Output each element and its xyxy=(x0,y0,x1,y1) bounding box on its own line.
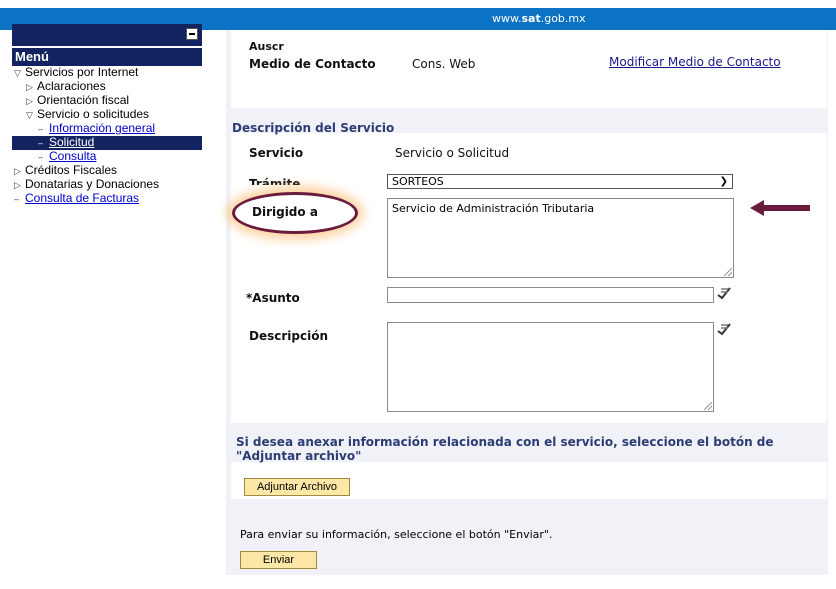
dash-icon: – xyxy=(14,194,20,204)
dirigido-textarea[interactable]: Servicio de Administración Tributaria xyxy=(387,198,734,278)
dash-icon: – xyxy=(38,138,44,148)
arrow-left-icon xyxy=(750,200,810,216)
menu-title: Menú xyxy=(12,48,202,66)
send-instructions: Para enviar su información, seleccione e… xyxy=(240,528,553,541)
resize-grip-icon[interactable] xyxy=(704,402,712,410)
collapsed-triangle-icon: ▷ xyxy=(26,82,33,92)
tramite-select[interactable]: SORTEOS ❯ xyxy=(387,174,733,189)
spellcheck-icon[interactable] xyxy=(716,322,732,336)
truncated-label: Auscr xyxy=(249,42,284,51)
expanded-triangle-icon: ▽ xyxy=(26,110,33,120)
sidebar-item-consulta[interactable]: – Consulta xyxy=(12,150,202,164)
spellcheck-icon[interactable] xyxy=(716,286,732,300)
sidebar-item-orientacion-fiscal[interactable]: ▷ Orientación fiscal xyxy=(12,94,202,108)
collapsed-triangle-icon: ▷ xyxy=(14,166,21,176)
collapsed-triangle-icon: ▷ xyxy=(14,180,21,190)
sidebar-menu: Menú ▽ Servicios por Internet ▷ Aclaracion… xyxy=(12,24,202,206)
modificar-medio-link[interactable]: Modificar Medio de Contacto xyxy=(609,55,781,69)
asunto-input[interactable] xyxy=(387,287,714,303)
dash-icon: – xyxy=(38,124,44,134)
main-panel xyxy=(226,30,828,589)
sidebar-item-solicitud[interactable]: – Solicitud xyxy=(12,136,202,150)
medio-contacto-label: Medio de Contacto xyxy=(249,57,376,71)
collapse-icon[interactable] xyxy=(186,28,198,40)
site-url: www.sat.gob.mx xyxy=(492,12,586,25)
dirigido-label: Dirigido a xyxy=(252,205,318,219)
section-title-descripcion-servicio: Descripción del Servicio xyxy=(232,121,395,135)
asunto-label: *Asunto xyxy=(246,291,300,305)
sidebar-item-servicios-internet[interactable]: ▽ Servicios por Internet xyxy=(12,66,202,80)
sidebar-header xyxy=(12,24,202,46)
expanded-triangle-icon: ▽ xyxy=(14,68,21,78)
sidebar-item-servicio-solicitudes[interactable]: ▽ Servicio o solicitudes xyxy=(12,108,202,122)
chevron-down-icon: ❯ xyxy=(719,176,728,187)
sidebar-item-informacion-general[interactable]: – Información general xyxy=(12,122,202,136)
bottom-strip xyxy=(0,575,836,589)
medio-contacto-value: Cons. Web xyxy=(412,57,476,71)
adjuntar-archivo-button[interactable]: Adjuntar Archivo xyxy=(244,478,350,496)
sidebar-item-aclaraciones[interactable]: ▷ Aclaraciones xyxy=(12,80,202,94)
servicio-label: Servicio xyxy=(249,146,304,160)
sidebar-item-creditos-fiscales[interactable]: ▷ Créditos Fiscales xyxy=(12,164,202,178)
resize-grip-icon[interactable] xyxy=(724,268,732,276)
enviar-button[interactable]: Enviar xyxy=(240,551,317,569)
sidebar-item-donatarias[interactable]: ▷ Donatarias y Donaciones xyxy=(12,178,202,192)
attach-instructions: Si desea anexar información relacionada … xyxy=(236,435,774,463)
descripcion-textarea[interactable] xyxy=(387,322,714,412)
descripcion-label: Descripción xyxy=(249,329,328,343)
tramite-label: Trámite xyxy=(249,177,301,185)
servicio-value: Servicio o Solicitud xyxy=(395,146,510,160)
collapsed-triangle-icon: ▷ xyxy=(26,96,33,106)
sidebar-item-consulta-facturas[interactable]: – Consulta de Facturas xyxy=(12,192,202,206)
